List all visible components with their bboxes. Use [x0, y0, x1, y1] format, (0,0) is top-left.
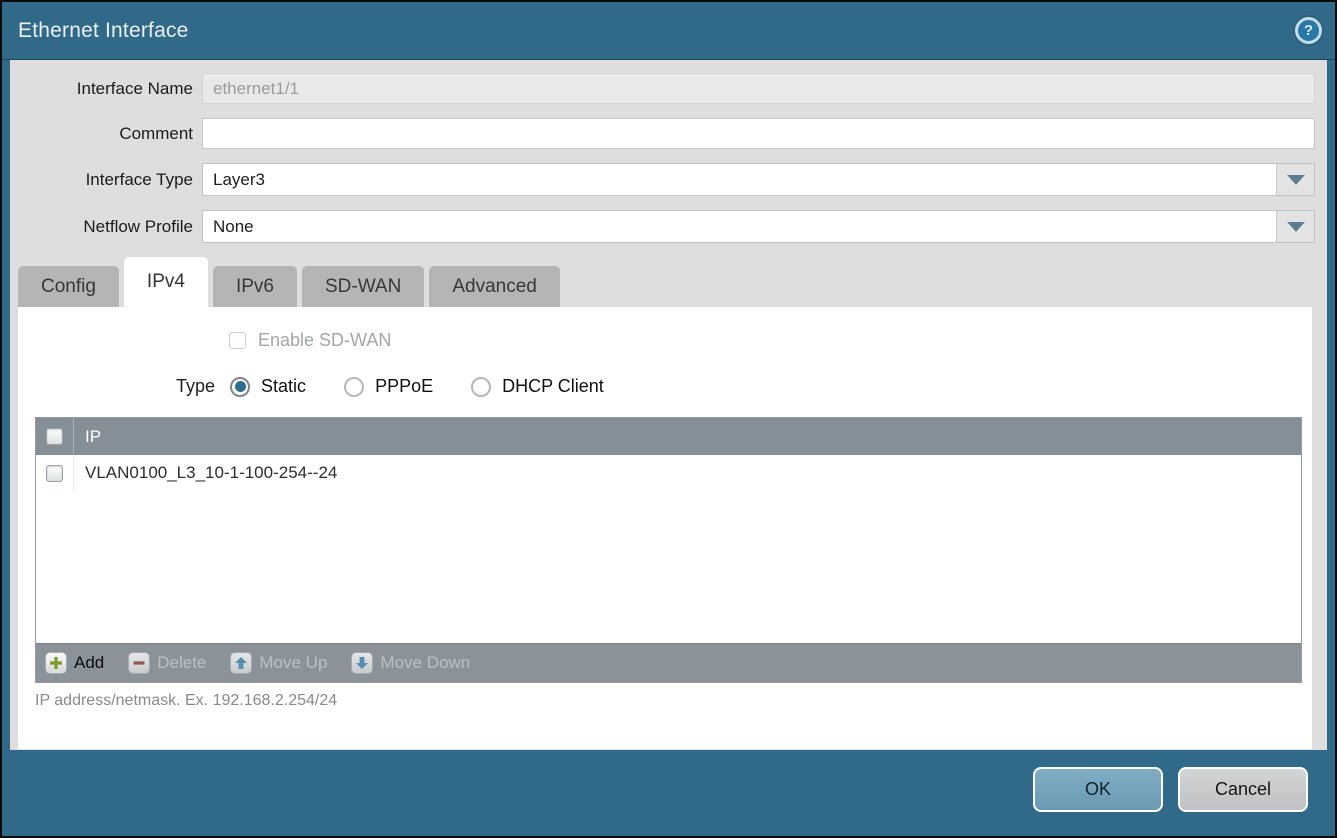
table-row[interactable]: VLAN0100_L3_10-1-100-254--24 [36, 455, 1301, 491]
radio-dhcp-client-control[interactable] [471, 377, 491, 397]
add-button-label: Add [74, 653, 104, 673]
column-header-ip: IP [74, 418, 101, 455]
table-body: VLAN0100_L3_10-1-100-254--24 [36, 455, 1301, 643]
netflow-profile-dropdown-button[interactable] [1277, 211, 1314, 242]
table-header: IP [36, 418, 1301, 455]
netflow-profile-value: None [203, 211, 1277, 242]
tab-ipv4[interactable]: IPv4 [124, 257, 208, 307]
arrow-down-icon [351, 652, 373, 674]
move-down-button: Move Down [351, 652, 470, 674]
plus-icon [45, 652, 67, 674]
enable-sdwan-label: Enable SD-WAN [258, 330, 391, 351]
move-down-button-label: Move Down [380, 653, 470, 673]
form-row-interface-type: Interface Type Layer3 [10, 163, 1327, 196]
move-up-button: Move Up [230, 652, 327, 674]
ip-format-hint: IP address/netmask. Ex. 192.168.2.254/24 [18, 683, 1312, 710]
tab-advanced[interactable]: Advanced [429, 266, 560, 307]
dialog-titlebar: Ethernet Interface ? [2, 2, 1335, 60]
table-toolbar: Add Delete Move Up [36, 643, 1301, 682]
help-icon[interactable]: ? [1295, 17, 1322, 44]
comment-label: Comment [10, 118, 202, 149]
delete-button: Delete [128, 652, 206, 674]
ip-address-table: IP VLAN0100_L3_10-1-100-254--24 [35, 417, 1302, 683]
chevron-down-icon [1287, 222, 1305, 232]
dialog-body: Interface Name Comment Interface Type La… [10, 60, 1327, 750]
dialog-title: Ethernet Interface [18, 19, 189, 43]
form-row-interface-name: Interface Name [10, 73, 1327, 104]
comment-field[interactable] [202, 118, 1315, 149]
tab-config[interactable]: Config [18, 266, 119, 307]
ethernet-interface-dialog: Ethernet Interface ? Interface Name Comm… [0, 0, 1337, 838]
chevron-down-icon [1287, 175, 1305, 185]
interface-type-label: Interface Type [10, 164, 202, 195]
netflow-profile-label: Netflow Profile [10, 211, 202, 242]
tab-sdwan[interactable]: SD-WAN [302, 266, 424, 307]
row-checkbox[interactable] [46, 465, 63, 482]
dialog-footer: OK Cancel [2, 750, 1335, 836]
enable-sdwan-checkbox [229, 332, 246, 349]
form-row-comment: Comment [10, 118, 1327, 149]
netflow-profile-dropdown[interactable]: None [202, 210, 1315, 243]
delete-button-label: Delete [157, 653, 206, 673]
interface-name-field [202, 73, 1315, 104]
tab-bar: Config IPv4 IPv6 SD-WAN Advanced [10, 257, 1327, 307]
enable-sdwan-row: Enable SD-WAN [18, 307, 1312, 351]
radio-dhcp-client-label: DHCP Client [502, 376, 604, 397]
radio-pppoe[interactable]: PPPoE [344, 376, 433, 397]
interface-type-value: Layer3 [203, 164, 1277, 195]
radio-pppoe-label: PPPoE [375, 376, 433, 397]
interface-type-dropdown-button[interactable] [1277, 164, 1314, 195]
minus-icon [128, 652, 150, 674]
add-button[interactable]: Add [45, 652, 104, 674]
radio-dhcp-client[interactable]: DHCP Client [471, 376, 604, 397]
move-up-button-label: Move Up [259, 653, 327, 673]
interface-name-label: Interface Name [10, 73, 202, 104]
arrow-up-icon [230, 652, 252, 674]
interface-type-dropdown[interactable]: Layer3 [202, 163, 1315, 196]
type-label: Type [176, 376, 215, 397]
radio-static[interactable]: Static [230, 376, 306, 397]
ip-cell: VLAN0100_L3_10-1-100-254--24 [74, 463, 337, 483]
form-row-netflow-profile: Netflow Profile None [10, 210, 1327, 243]
ok-button[interactable]: OK [1033, 767, 1163, 812]
radio-static-label: Static [261, 376, 306, 397]
type-radio-row: Type Static PPPoE DHCP Client [18, 376, 1312, 397]
tab-ipv6[interactable]: IPv6 [213, 266, 297, 307]
select-all-checkbox[interactable] [46, 428, 63, 445]
radio-pppoe-control[interactable] [344, 377, 364, 397]
radio-static-control[interactable] [230, 377, 250, 397]
cancel-button[interactable]: Cancel [1178, 767, 1308, 812]
ipv4-tab-panel: Enable SD-WAN Type Static PPPoE DHCP Cli… [18, 307, 1312, 749]
